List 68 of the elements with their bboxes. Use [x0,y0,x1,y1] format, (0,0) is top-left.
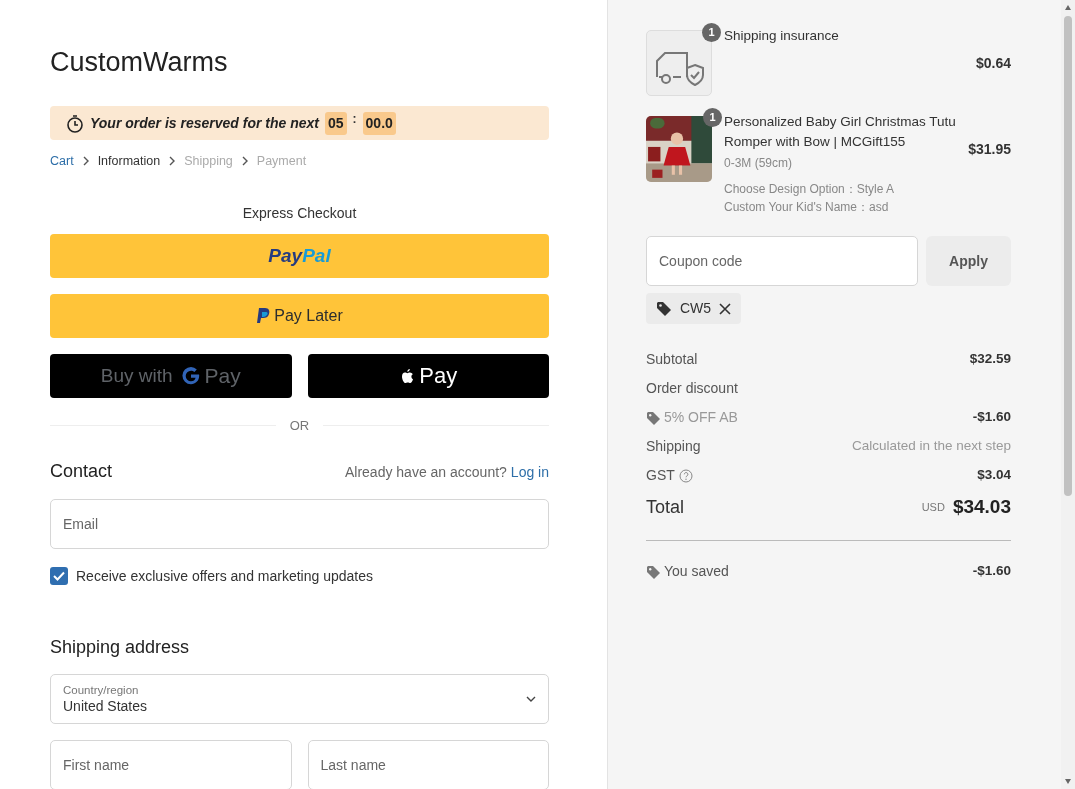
quantity-badge: 1 [703,108,722,127]
breadcrumb-step: Information [97,152,161,171]
timer-message: Your order is reserved for the next [90,113,319,133]
summary-label: Order discount [646,379,738,398]
stopwatch-icon [66,113,84,133]
google-pay-button[interactable]: Buy with Pay [50,353,292,398]
item-title: Shipping insurance [724,27,840,45]
tag-icon [646,410,660,425]
chevron-right-icon [168,156,177,167]
coupon-field[interactable]: Coupon code [646,236,918,286]
scroll-down-icon[interactable] [1064,777,1072,785]
country-select[interactable]: Country/region United States [50,674,549,725]
section-heading: Contact [50,461,113,483]
item-price: $0.64 [975,53,1011,73]
section-heading: Shipping address [50,636,191,659]
total-label: Total [646,495,685,519]
item-price: $31.95 [968,139,1011,159]
summary-label: GST [646,466,675,485]
breadcrumb-step[interactable]: Cart [50,152,74,171]
scroll-up-icon[interactable] [1064,4,1072,12]
summary-value: -$1.60 [972,408,1011,427]
summary-value: $32.59 [969,350,1011,369]
coupon-code: CW5 [680,299,712,318]
summary-label: Subtotal [646,350,698,369]
summary-value: $3.04 [977,466,1011,485]
breadcrumb-step: Shipping [184,152,233,171]
timer-minutes: 05 [325,111,347,135]
savings-label: You saved [664,562,729,581]
marketing-checkbox[interactable] [50,567,68,586]
divider-label: OR [289,416,310,435]
chevron-down-icon [526,695,536,703]
timer-separator: : [352,111,357,128]
g-logo-icon [180,365,201,387]
item-variant: 0-3M (59cm) [724,155,793,172]
scrollbar[interactable] [1061,0,1075,789]
apple-pay-button[interactable]: Pay [307,353,549,398]
login-link[interactable]: Log in [510,461,549,483]
checkbox-label: Receive exclusive offers and marketing updates [76,566,373,586]
express-checkout-title: Express Checkout [241,203,358,223]
item-option: Choose Design Option：Style A [724,180,957,198]
last-name-field[interactable]: Last name [307,740,549,789]
apply-button[interactable]: Apply [926,236,1011,286]
summary-value: Calculated in the next step [851,437,1011,456]
chevron-right-icon [81,156,90,167]
field-label: Country/region [63,683,140,698]
remove-icon[interactable] [719,302,732,315]
chevron-right-icon [240,156,249,167]
paypal-button[interactable]: PayPal [50,233,549,278]
summary-label: Shipping [646,437,701,456]
item-option: Custom Your Kid's Name：asd [724,198,957,216]
tag-icon [656,300,672,317]
paypal-icon [256,307,271,325]
quantity-badge: 1 [702,23,721,42]
breadcrumb-step: Payment [256,152,307,171]
tag-icon [646,564,660,579]
savings-value: -$1.60 [972,562,1011,581]
account-prompt: Already have an account? [344,462,507,482]
select-value: United States [63,697,148,716]
pay-later-button[interactable]: Pay Later [50,293,549,338]
currency-code: USD [921,499,945,515]
store-logo[interactable]: CustomWarms [50,44,549,80]
apple-logo-icon [399,366,416,385]
total-value: $34.03 [952,494,1011,519]
summary-label: 5% OFF AB [664,408,738,427]
email-field[interactable]: Email [50,498,549,549]
item-title: Personalized Baby Girl Christmas Tutu Romper with Bow | MCGift155 [724,113,957,151]
first-name-field[interactable]: First name [50,740,292,789]
timer-seconds: 00.0 [362,111,396,135]
